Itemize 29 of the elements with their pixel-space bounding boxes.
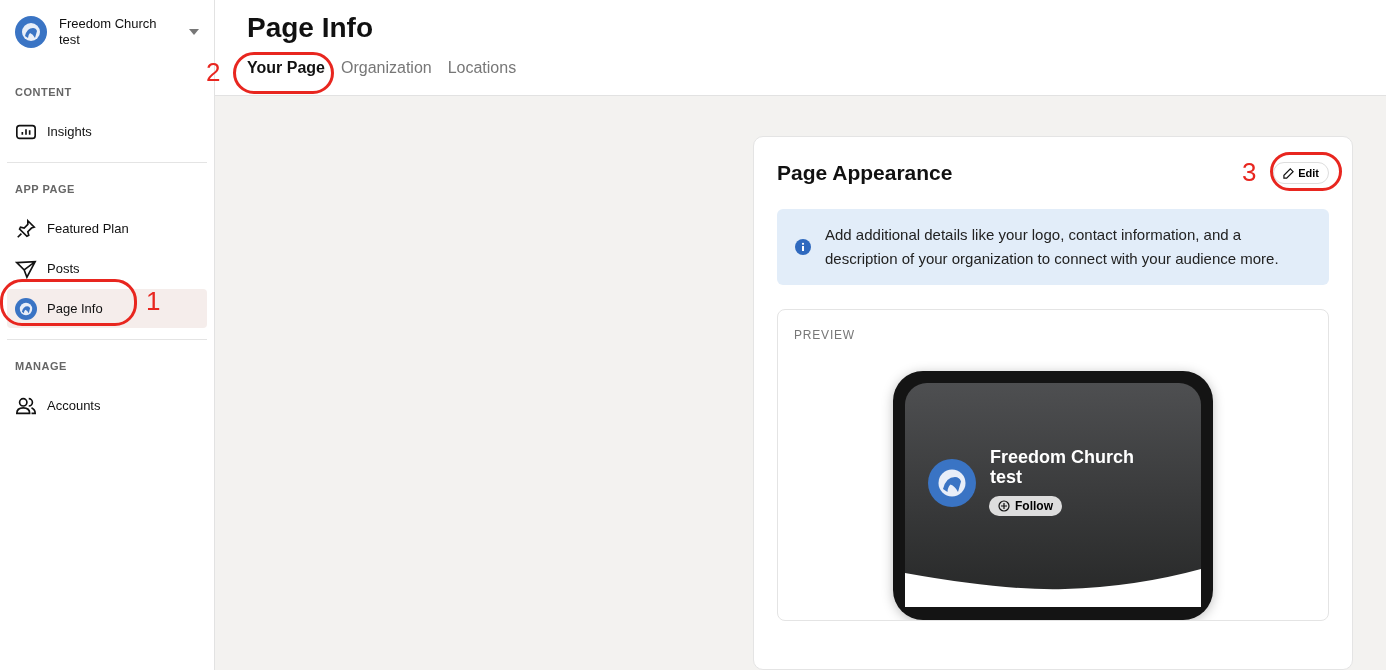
sidebar-item[interactable]: Posts — [7, 249, 207, 288]
preview-label: PREVIEW — [794, 328, 856, 342]
pin-icon — [15, 217, 37, 240]
sidebar-item[interactable]: Accounts — [7, 386, 207, 425]
annotation-number: 2 — [206, 57, 221, 87]
info-icon — [795, 239, 811, 255]
page-title: Page Info — [247, 12, 374, 44]
tab[interactable]: Organization — [340, 59, 432, 83]
profile-logo — [928, 459, 976, 507]
annotation-number: 3 — [1242, 157, 1257, 187]
caret-icon[interactable] — [189, 29, 199, 35]
pencil-icon — [1283, 167, 1295, 179]
info-text: Add additional details like your logo, contact information, and a description of your organization to connect with your audience more. — [825, 225, 1280, 269]
edit-button[interactable]: Edit — [1273, 162, 1329, 184]
sidebar-item[interactable]: Insights — [7, 112, 207, 151]
sidebar-item[interactable]: Featured Plan — [7, 209, 207, 248]
annotation-number: 1 — [146, 286, 161, 316]
organization-logo — [15, 16, 47, 48]
section-heading: CONTENT — [14, 85, 73, 100]
tab[interactable]: Locations — [447, 59, 517, 83]
section-heading: APP PAGE — [14, 182, 76, 197]
profile-name: Freedom Church test — [990, 447, 1136, 487]
organization-name[interactable]: Freedom Church test — [59, 16, 171, 48]
plus-circle-icon — [998, 500, 1010, 512]
follow-button[interactable]: Follow — [989, 496, 1062, 516]
avatar-icon — [15, 297, 37, 320]
tab[interactable]: Your Page — [247, 59, 325, 83]
section-heading: MANAGE — [14, 359, 68, 374]
card-title: Page Appearance — [777, 161, 953, 185]
